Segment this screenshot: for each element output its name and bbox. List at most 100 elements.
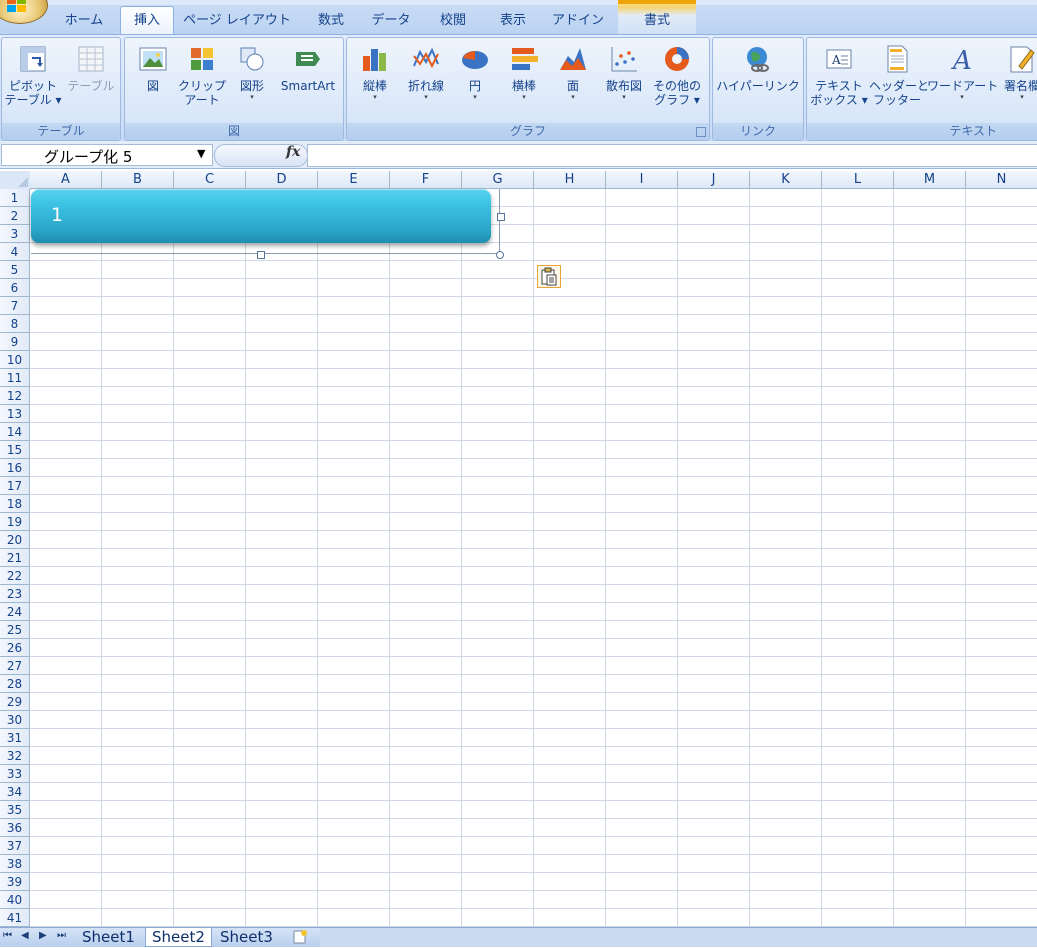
- row-header[interactable]: 22: [0, 567, 30, 585]
- hyperlink-button[interactable]: ハイパーリンク: [715, 44, 801, 93]
- row-header[interactable]: 11: [0, 369, 30, 387]
- column-header[interactable]: D: [246, 171, 318, 189]
- tab-format[interactable]: 書式: [630, 10, 684, 34]
- resize-handle-right[interactable]: [497, 213, 505, 221]
- clip-art-button[interactable]: クリップ アート: [177, 44, 227, 107]
- row-header[interactable]: 27: [0, 657, 30, 675]
- row-header[interactable]: 25: [0, 621, 30, 639]
- row-header[interactable]: 20: [0, 531, 30, 549]
- row-header[interactable]: 35: [0, 801, 30, 819]
- sheet-tab-sheet1[interactable]: Sheet1: [76, 928, 141, 946]
- row-header[interactable]: 36: [0, 819, 30, 837]
- column-header[interactable]: J: [678, 171, 750, 189]
- text-box-button[interactable]: A テキスト ボックス ▾: [809, 44, 869, 107]
- office-button[interactable]: [0, 0, 48, 24]
- row-header[interactable]: 24: [0, 603, 30, 621]
- sheet-tab-sheet2[interactable]: Sheet2: [145, 928, 212, 947]
- row-header[interactable]: 28: [0, 675, 30, 693]
- insert-function-icon[interactable]: fx: [286, 144, 300, 160]
- insert-sheet-icon[interactable]: [291, 929, 313, 945]
- column-header[interactable]: H: [534, 171, 606, 189]
- column-header[interactable]: L: [822, 171, 894, 189]
- row-header[interactable]: 12: [0, 387, 30, 405]
- tab-insert[interactable]: 挿入: [120, 6, 174, 35]
- row-header[interactable]: 10: [0, 351, 30, 369]
- picture-button[interactable]: 図: [133, 44, 173, 93]
- select-all-button[interactable]: [0, 171, 31, 190]
- pivot-table-button[interactable]: ピボット テーブル ▾: [4, 44, 62, 107]
- smartart-button[interactable]: SmartArt: [277, 44, 339, 93]
- row-header[interactable]: 9: [0, 333, 30, 351]
- column-header[interactable]: A: [30, 171, 102, 189]
- formula-input[interactable]: [307, 144, 1037, 167]
- next-sheet-icon[interactable]: ▶: [39, 930, 47, 941]
- charts-dialog-launcher-icon[interactable]: [696, 127, 706, 137]
- row-header[interactable]: 5: [0, 261, 30, 279]
- row-header[interactable]: 31: [0, 729, 30, 747]
- row-header[interactable]: 16: [0, 459, 30, 477]
- rounded-rectangle-shape[interactable]: 1: [31, 189, 491, 243]
- row-header[interactable]: 29: [0, 693, 30, 711]
- name-box-dropdown-icon[interactable]: ▼: [197, 147, 205, 160]
- row-header[interactable]: 33: [0, 765, 30, 783]
- row-header[interactable]: 21: [0, 549, 30, 567]
- row-header[interactable]: 7: [0, 297, 30, 315]
- row-header[interactable]: 14: [0, 423, 30, 441]
- tab-view[interactable]: 表示: [490, 10, 536, 34]
- other-charts-button[interactable]: その他の グラフ ▾: [649, 44, 705, 107]
- row-header[interactable]: 3: [0, 225, 30, 243]
- line-chart-button[interactable]: 折れ線 ▾: [401, 44, 451, 101]
- row-header[interactable]: 38: [0, 855, 30, 873]
- row-header[interactable]: 32: [0, 747, 30, 765]
- wordart-button[interactable]: A ワードアート ▾: [927, 44, 998, 101]
- row-header[interactable]: 39: [0, 873, 30, 891]
- resize-handle-bottom[interactable]: [257, 251, 265, 259]
- column-header[interactable]: G: [462, 171, 534, 189]
- sheet-tab-sheet3[interactable]: Sheet3: [214, 928, 279, 946]
- bar-chart-button[interactable]: 横棒 ▾: [501, 44, 547, 101]
- row-header[interactable]: 23: [0, 585, 30, 603]
- area-chart-button[interactable]: 面 ▾: [553, 44, 593, 101]
- row-header[interactable]: 4: [0, 243, 30, 261]
- column-header[interactable]: F: [390, 171, 462, 189]
- row-header[interactable]: 18: [0, 495, 30, 513]
- paste-options-button[interactable]: [537, 265, 561, 288]
- row-header[interactable]: 34: [0, 783, 30, 801]
- resize-handle-bottom-right[interactable]: [496, 251, 504, 259]
- row-header[interactable]: 26: [0, 639, 30, 657]
- column-chart-button[interactable]: 縦棒 ▾: [353, 44, 397, 101]
- signature-button[interactable]: 署名欄 ▾: [999, 44, 1037, 101]
- column-header[interactable]: C: [174, 171, 246, 189]
- row-header[interactable]: 15: [0, 441, 30, 459]
- row-header[interactable]: 19: [0, 513, 30, 531]
- column-header[interactable]: M: [894, 171, 966, 189]
- cell-area[interactable]: [30, 189, 1037, 927]
- column-header[interactable]: E: [318, 171, 390, 189]
- row-header[interactable]: 40: [0, 891, 30, 909]
- row-header[interactable]: 37: [0, 837, 30, 855]
- row-header[interactable]: 41: [0, 909, 30, 927]
- shapes-button[interactable]: 図形 ▾: [231, 44, 273, 101]
- tab-page-layout[interactable]: ページ レイアウト: [182, 10, 292, 34]
- row-header[interactable]: 30: [0, 711, 30, 729]
- row-header[interactable]: 8: [0, 315, 30, 333]
- column-header[interactable]: B: [102, 171, 174, 189]
- tab-review[interactable]: 校閲: [430, 10, 476, 34]
- prev-sheet-icon[interactable]: ◀: [21, 930, 29, 941]
- header-footer-button[interactable]: ヘッダーと フッター: [869, 44, 929, 107]
- name-box[interactable]: グループ化 5 ▼: [1, 144, 213, 166]
- column-header[interactable]: I: [606, 171, 678, 189]
- table-button[interactable]: テーブル: [64, 44, 118, 93]
- first-sheet-icon[interactable]: ⏮: [3, 930, 12, 941]
- row-header[interactable]: 6: [0, 279, 30, 297]
- tab-data[interactable]: データ: [366, 10, 416, 34]
- tab-addins[interactable]: アドイン: [548, 10, 608, 34]
- column-header[interactable]: K: [750, 171, 822, 189]
- last-sheet-icon[interactable]: ⏭: [57, 930, 66, 941]
- column-header[interactable]: N: [966, 171, 1037, 189]
- tab-formulas[interactable]: 数式: [308, 10, 354, 34]
- row-header[interactable]: 2: [0, 207, 30, 225]
- pie-chart-button[interactable]: 円 ▾: [455, 44, 495, 101]
- row-header[interactable]: 1: [0, 189, 30, 207]
- row-header[interactable]: 13: [0, 405, 30, 423]
